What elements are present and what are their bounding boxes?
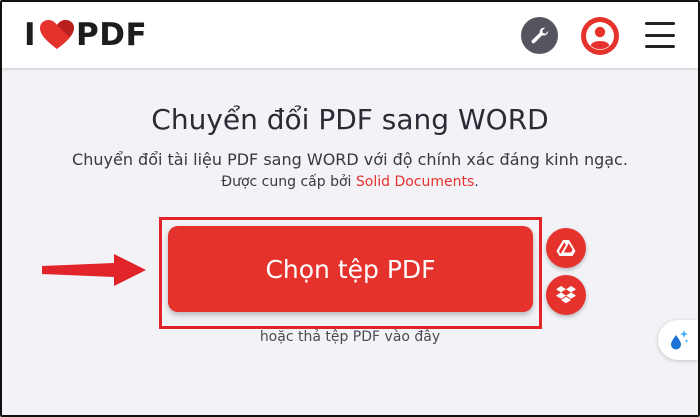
page-title: Chuyển đổi PDF sang WORD	[151, 103, 549, 136]
heart-icon	[40, 20, 75, 49]
tools-button[interactable]	[521, 17, 558, 54]
solid-documents-link[interactable]: Solid Documents	[356, 174, 474, 190]
wrench-icon	[531, 27, 548, 43]
provider-prefix: Được cung cấp bởi	[221, 174, 356, 190]
dropbox-button[interactable]	[546, 275, 586, 315]
google-drive-button[interactable]	[546, 228, 586, 268]
pointing-arrow-annotation	[42, 254, 146, 286]
provider-suffix: .	[474, 174, 479, 190]
menu-line	[645, 45, 675, 48]
select-pdf-file-button[interactable]: Chọn tệp PDF	[168, 226, 533, 312]
user-account-button[interactable]	[581, 17, 619, 55]
ai-assistant-button[interactable]	[658, 320, 698, 360]
ilovepdf-logo[interactable]: I PDF	[24, 17, 148, 53]
page-description: Chuyển đổi tài liệu PDF sang WORD với độ…	[72, 150, 628, 169]
top-navigation-bar: I PDF	[2, 2, 698, 68]
provider-line: Được cung cấp bởi Solid Documents.	[2, 174, 698, 190]
dropbox-icon	[556, 286, 576, 304]
logo-suffix: PDF	[76, 17, 148, 53]
menu-line	[645, 33, 675, 37]
hamburger-menu-button[interactable]	[645, 22, 675, 48]
menu-line	[645, 22, 675, 25]
drop-zone-hint: hoặc thả tệp PDF vào đây	[259, 329, 441, 345]
sparkle-drop-icon	[671, 330, 689, 350]
browser-viewport: I PDF Chuyển đổi PDF sang WORD Chuyển đổ…	[0, 0, 700, 417]
logo-prefix: I	[24, 17, 37, 53]
user-account-icon	[586, 22, 614, 50]
google-drive-icon	[556, 240, 576, 256]
